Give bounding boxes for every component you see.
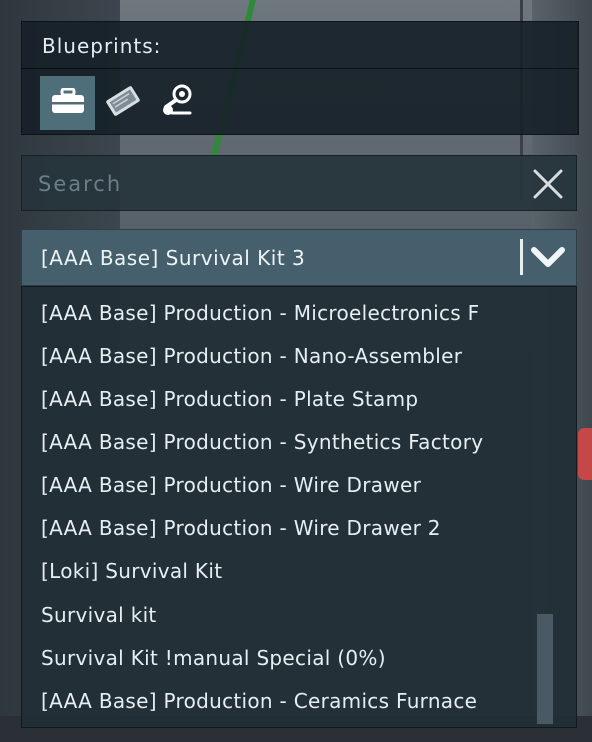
search-input[interactable] <box>36 164 520 204</box>
list-item[interactable]: [AAA Base] Production - Nano-Assembler <box>41 336 523 376</box>
blueprint-dropdown[interactable]: [AAA Base] Survival Kit 3 <box>21 229 577 286</box>
list-item[interactable]: Survival Kit !manual Special (0%) <box>41 638 523 678</box>
tab-local-blueprints[interactable] <box>40 76 95 130</box>
list-item[interactable]: [AAA Base] Production - Microelectronics… <box>41 293 523 333</box>
dropdown-selected-value: [AAA Base] Survival Kit 3 <box>41 246 306 270</box>
list-item[interactable]: [AAA Base] Production - Wire Drawer 2 <box>41 508 523 548</box>
blueprints-panel: Blueprints: <box>21 21 579 135</box>
list-item[interactable]: [AAA Base] Production - Synthetics Facto… <box>41 422 523 462</box>
search-box <box>21 155 577 211</box>
tab-cloud-blueprints[interactable] <box>95 76 150 130</box>
list-item[interactable]: [AAA Base] Production - Wire Drawer <box>41 465 523 505</box>
divider <box>520 239 523 275</box>
chevron-down-icon <box>530 247 566 276</box>
blueprint-source-tabs <box>40 76 205 130</box>
datapad-icon <box>104 84 142 122</box>
blueprints-title: Blueprints: <box>42 34 162 58</box>
dropdown-toggle-button[interactable] <box>530 242 566 272</box>
clear-search-button[interactable] <box>530 166 566 202</box>
scrollbar-thumb[interactable] <box>537 614 553 724</box>
workshop-icon <box>160 83 196 123</box>
divider <box>22 68 578 69</box>
tab-workshop-blueprints[interactable] <box>150 76 205 130</box>
dropdown-list: [AAA Base] Production - Microelectronics… <box>21 286 577 728</box>
list-item[interactable]: [Loki] Survival Kit <box>41 551 523 591</box>
close-icon <box>530 169 566 206</box>
list-item[interactable]: [AAA Base] Production - Plate Stamp <box>41 379 523 419</box>
list-item[interactable]: Survival kit <box>41 595 523 635</box>
list-item[interactable]: [AAA Base] Production - Ceramics Furnace <box>41 681 523 721</box>
toolbox-icon <box>51 87 85 118</box>
